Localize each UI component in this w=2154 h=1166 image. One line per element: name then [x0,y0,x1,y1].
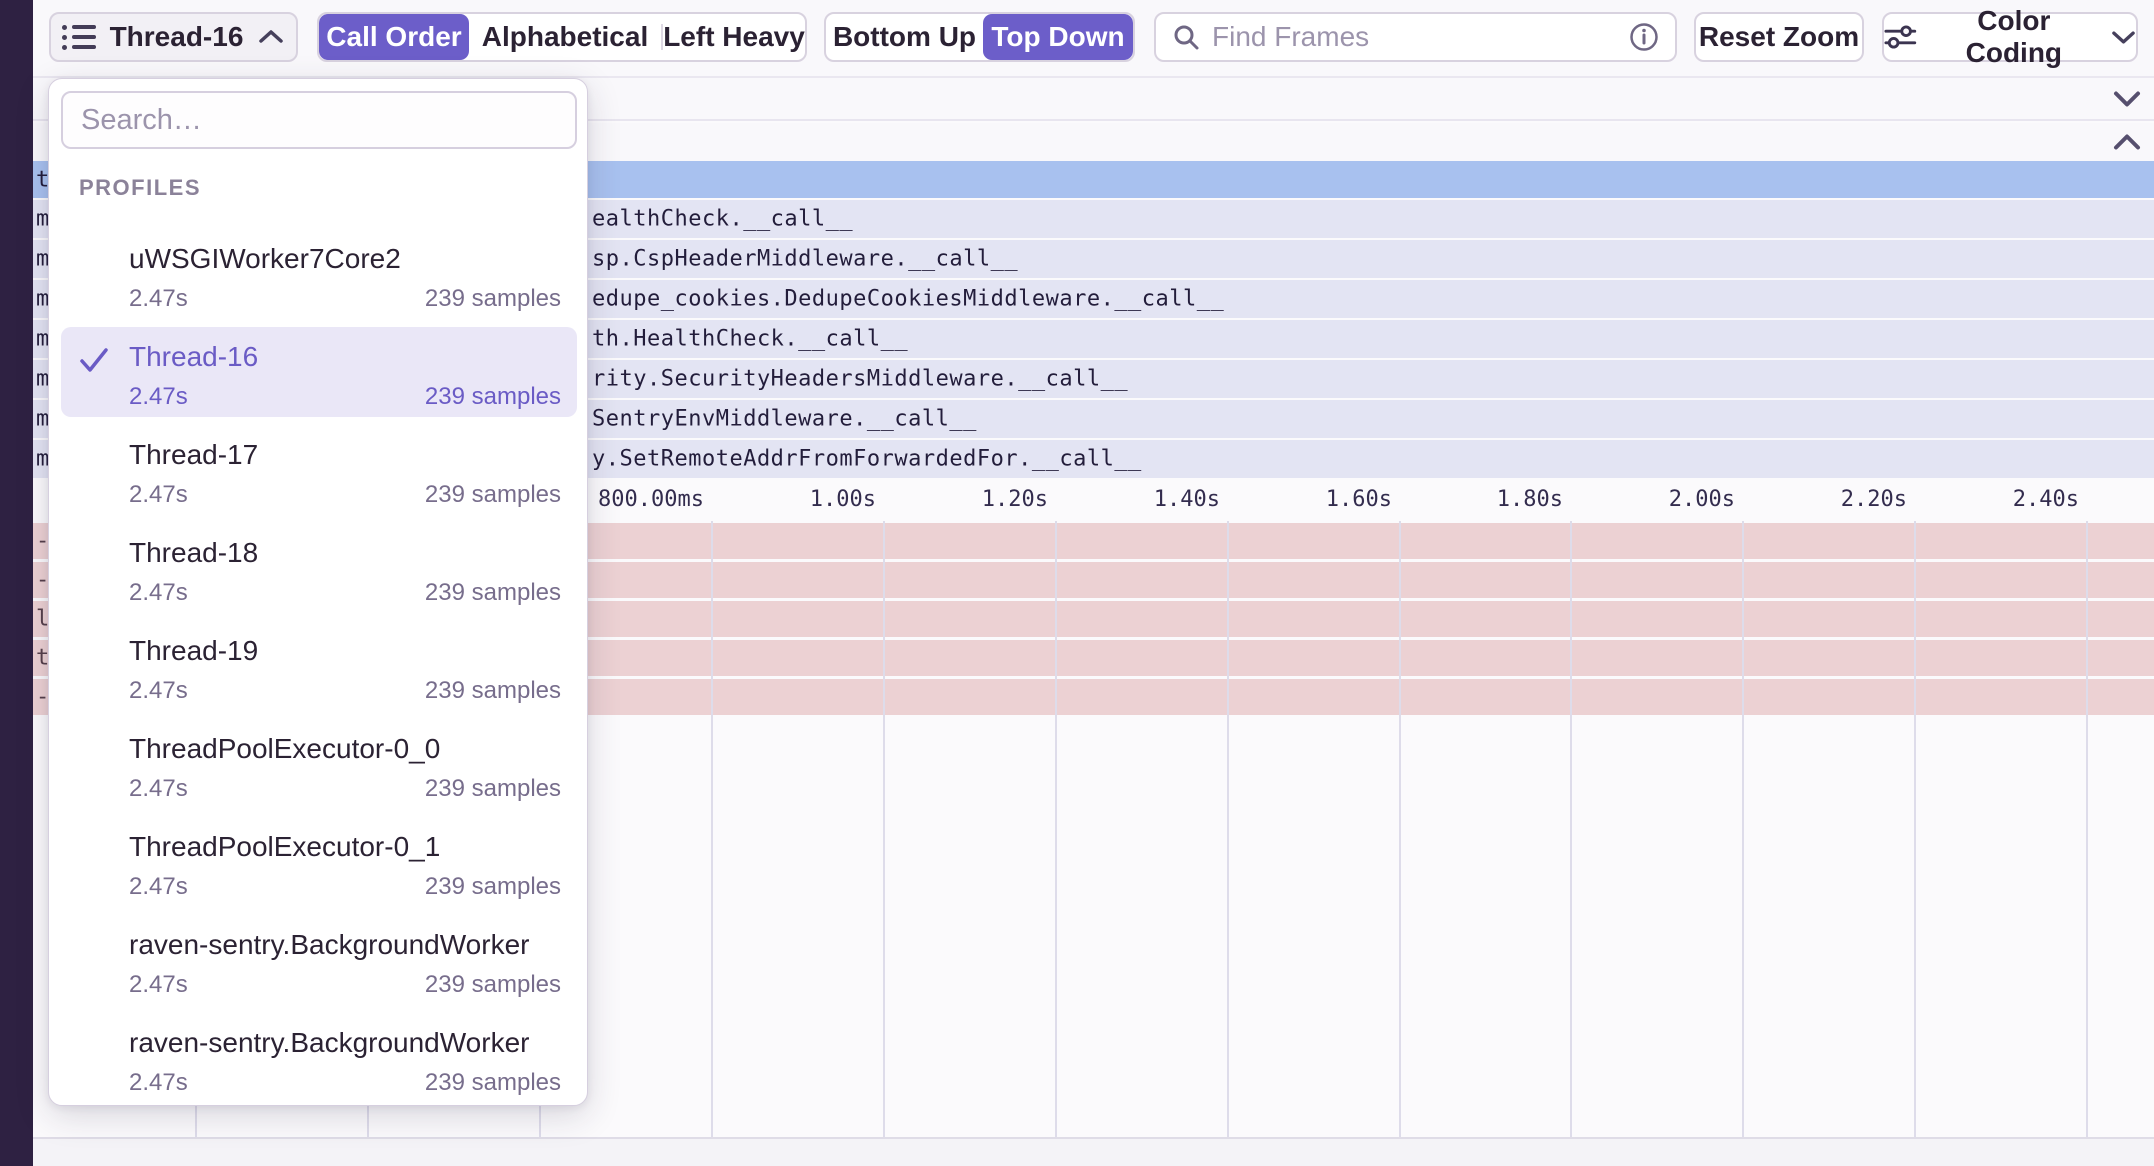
thread-option[interactable]: raven-sentry.BackgroundWorker 2.47s 239 … [61,915,577,1005]
thread-option-samples: 239 samples [425,677,561,705]
direction-segmented-control: Bottom Up Top Down [824,12,1135,62]
sidebar-edge [0,0,33,1166]
thread-option-name: Thread-19 [129,635,258,667]
frame-label: y.SetRemoteAddrFromForwardedFor.__call__ [592,447,1142,472]
thread-option-duration: 2.47s [129,285,188,313]
sort-alphabetical-button[interactable]: Alphabetical [469,14,661,60]
thread-option[interactable]: uWSGIWorker7Core2 2.47s 239 samples [61,229,577,319]
gridline [2086,521,2088,1166]
thread-option-selected[interactable]: Thread-16 2.47s 239 samples [61,327,577,417]
reset-zoom-button[interactable]: Reset Zoom [1694,12,1864,62]
thread-option-duration: 2.47s [129,481,188,509]
thread-option-duration: 2.47s [129,971,188,999]
frame-label: th.HealthCheck.__call__ [592,327,908,352]
thread-option-name: raven-sentry.BackgroundWorker [129,1027,529,1059]
thread-option-name: Thread-16 [129,341,258,373]
axis-tick: 1.20s [982,487,1048,512]
gridline [883,521,885,1166]
thread-option-samples: 239 samples [425,873,561,901]
expand-panel-chevron-down-icon[interactable] [2112,89,2142,108]
axis-tick: 1.00s [810,487,876,512]
search-icon [1172,23,1200,51]
thread-option-samples: 239 samples [425,1069,561,1097]
thread-option-duration: 2.47s [129,383,188,411]
thread-option-name: ThreadPoolExecutor-0_1 [129,831,440,863]
color-coding-label: Color Coding [1929,5,2099,69]
thread-option-name: ThreadPoolExecutor-0_0 [129,733,440,765]
axis-tick: 2.00s [1669,487,1735,512]
thread-option[interactable]: ThreadPoolExecutor-0_0 2.47s 239 samples [61,719,577,809]
gridline [1742,521,1744,1166]
thread-option[interactable]: Thread-17 2.47s 239 samples [61,425,577,515]
thread-option[interactable]: Thread-18 2.47s 239 samples [61,523,577,613]
thread-option-samples: 239 samples [425,579,561,607]
axis-tick: 1.40s [1154,487,1220,512]
info-icon[interactable] [1629,22,1659,52]
thread-option-name: Thread-18 [129,537,258,569]
frame-label: sp.CspHeaderMiddleware.__call__ [592,247,1018,272]
sliders-icon [1884,23,1917,51]
gridline [1570,521,1572,1166]
checkmark-icon [77,345,111,375]
thread-option-samples: 239 samples [425,775,561,803]
thread-option-duration: 2.47s [129,1069,188,1097]
thread-option-name: raven-sentry.BackgroundWorker [129,929,529,961]
axis-tick: 800.00ms [598,487,704,512]
chevron-down-icon [2111,29,2136,46]
chevron-up-icon [257,28,285,46]
thread-option-duration: 2.47s [129,677,188,705]
direction-top-down-button[interactable]: Top Down [983,14,1133,60]
direction-bottom-up-button[interactable]: Bottom Up [826,14,983,60]
thread-option-name: uWSGIWorker7Core2 [129,243,401,275]
axis-tick: 2.20s [1841,487,1907,512]
thread-option-samples: 239 samples [425,285,561,313]
thread-option[interactable]: raven-sentry.BackgroundWorker 2.47s 239 … [61,1013,577,1103]
frame-label: rity.SecurityHeadersMiddleware.__call__ [592,367,1128,392]
frame-label: SentryEnvMiddleware.__call__ [592,407,977,432]
dropdown-search-input[interactable] [61,91,577,149]
find-frames-input[interactable] [1212,21,1617,53]
thread-option-duration: 2.47s [129,579,188,607]
thread-option-duration: 2.47s [129,775,188,803]
color-coding-button[interactable]: Color Coding [1882,12,2138,62]
gridline [1055,521,1057,1166]
thread-option-duration: 2.47s [129,873,188,901]
frame-label: edupe_cookies.DedupeCookiesMiddleware.__… [592,287,1224,312]
gridline [1227,521,1229,1166]
sort-segmented-control: Call Order Alphabetical Left Heavy [317,12,807,62]
bottom-panel-band [33,1137,2154,1166]
thread-selector-button[interactable]: Thread-16 [49,12,298,62]
axis-tick: 2.40s [2013,487,2079,512]
frame-label: ealthCheck.__call__ [592,207,853,232]
thread-selector-label: Thread-16 [110,21,244,53]
sort-call-order-button[interactable]: Call Order [319,14,469,60]
thread-option[interactable]: Thread-19 2.47s 239 samples [61,621,577,711]
thread-option-samples: 239 samples [425,383,561,411]
thread-dropdown-menu: PROFILES uWSGIWorker7Core2 2.47s 239 sam… [48,78,588,1106]
thread-option-samples: 239 samples [425,971,561,999]
collapse-panel-chevron-up-icon[interactable] [2112,133,2142,152]
thread-option-samples: 239 samples [425,481,561,509]
axis-tick: 1.80s [1497,487,1563,512]
thread-option-name: Thread-17 [129,439,258,471]
gridline [711,521,713,1166]
axis-tick: 1.60s [1326,487,1392,512]
gridline [1399,521,1401,1166]
sort-left-heavy-button[interactable]: Left Heavy [663,14,805,60]
thread-option[interactable]: ThreadPoolExecutor-0_1 2.47s 239 samples [61,817,577,907]
toolbar: Thread-16 Call Order Alphabetical Left H… [33,0,2154,78]
list-icon [62,25,96,49]
profiles-section-label: PROFILES [79,175,201,201]
find-frames-search [1154,12,1677,62]
gridline [1914,521,1916,1166]
